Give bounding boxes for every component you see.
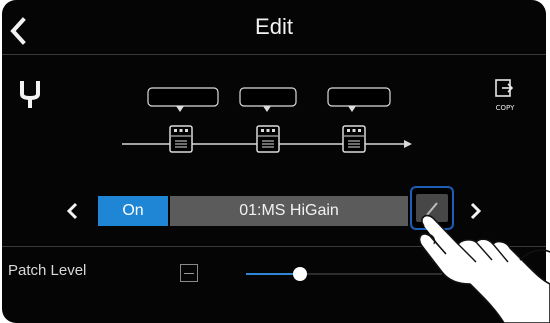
effect-label-2: MS 800 (254, 93, 283, 102)
minus-icon (184, 273, 194, 274)
effect-slot-3[interactable]: MS4x12 (327, 87, 391, 153)
patch-on-toggle[interactable]: On (98, 196, 168, 226)
chevron-left-icon (66, 202, 78, 220)
effect-label-1: GoldDrive (161, 93, 205, 102)
patch-name[interactable]: 01:MS HiGain (170, 196, 408, 226)
effect-slot-2[interactable]: MS 800 (239, 87, 297, 153)
copy-icon (495, 79, 514, 97)
header-divider (2, 54, 546, 55)
effect-chain: GoldDrive MS 800 MS4x12 (122, 87, 412, 153)
page-title: Edit (255, 14, 293, 39)
copy-label: COPY (495, 104, 515, 112)
hand-pointer-icon (418, 214, 550, 323)
level-slider-thumb[interactable] (293, 267, 308, 281)
effect-slot-1[interactable]: GoldDrive (147, 87, 219, 153)
patch-level-label: Patch Level (8, 262, 87, 279)
stompbox-icon (256, 125, 280, 153)
tuner-fork-icon (20, 81, 40, 108)
prev-patch-button[interactable] (62, 196, 84, 226)
tuner-button[interactable] (16, 78, 44, 110)
stompbox-icon (169, 125, 193, 153)
level-slider-fill (246, 273, 301, 275)
stompbox-icon (342, 125, 366, 153)
copy-button[interactable]: COPY (486, 78, 524, 118)
effect-label-3: MS4x12 (345, 93, 374, 102)
level-decrease-button[interactable] (180, 264, 198, 282)
